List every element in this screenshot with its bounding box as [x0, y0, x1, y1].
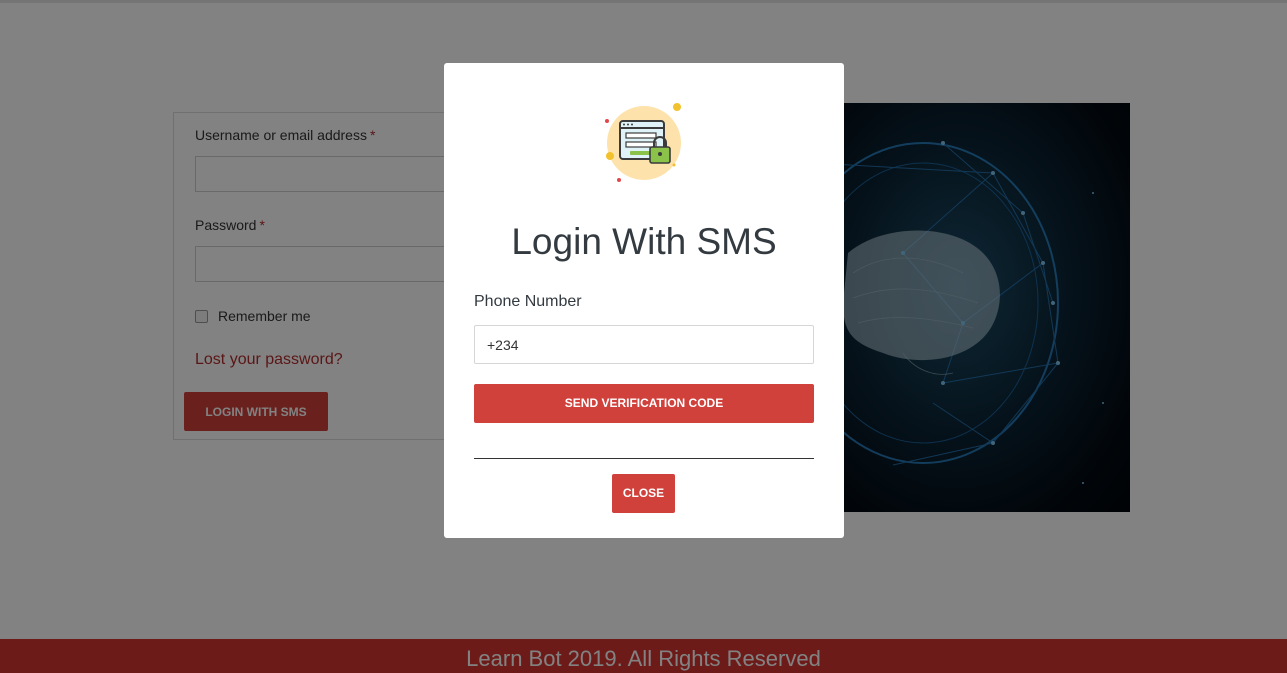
phone-number-input[interactable] [474, 325, 814, 364]
close-button[interactable]: CLOSE [612, 474, 675, 513]
login-lock-icon [605, 103, 681, 182]
phone-number-label: Phone Number [474, 293, 582, 310]
sms-login-modal: Login With SMS Phone Number SEND VERIFIC… [444, 63, 844, 538]
modal-divider [474, 458, 814, 459]
modal-title: Login With SMS [511, 221, 777, 262]
send-verification-code-button[interactable]: SEND VERIFICATION CODE [474, 384, 814, 423]
